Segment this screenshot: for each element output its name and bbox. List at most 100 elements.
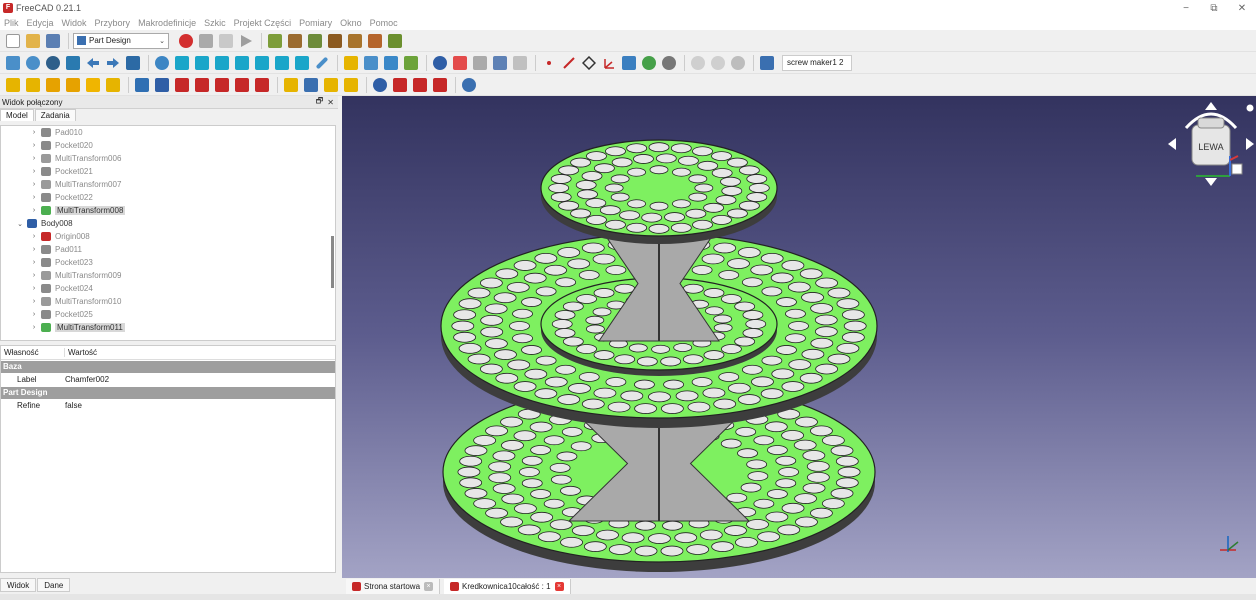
workbench-tool-icon[interactable] xyxy=(366,32,384,50)
save-icon[interactable] xyxy=(44,32,62,50)
tree-item[interactable]: ⌄ Body008 xyxy=(1,217,335,230)
hole-icon[interactable] xyxy=(153,76,171,94)
workbench-tool-icon[interactable] xyxy=(306,32,324,50)
boolean-icon[interactable] xyxy=(460,76,478,94)
zoom-icon[interactable] xyxy=(153,54,171,72)
chevron-right-icon[interactable]: › xyxy=(29,298,39,305)
nav-up-arrow-icon[interactable] xyxy=(1205,102,1217,110)
make-link-icon[interactable] xyxy=(382,54,400,72)
tree-item[interactable]: › Pocket022 xyxy=(1,191,335,204)
left-view-icon[interactable] xyxy=(293,54,311,72)
chevron-right-icon[interactable]: › xyxy=(29,155,39,162)
navigation-cube[interactable]: LEWA xyxy=(1166,100,1256,200)
undo-icon[interactable] xyxy=(689,54,707,72)
datum-point-icon[interactable] xyxy=(540,54,558,72)
bottom-view-icon[interactable] xyxy=(273,54,291,72)
back-arrow-icon[interactable] xyxy=(84,54,102,72)
workbench-tool-icon[interactable] xyxy=(386,32,404,50)
linear-pattern-icon[interactable] xyxy=(302,76,320,94)
chamfer-icon[interactable] xyxy=(391,76,409,94)
workbench-tool-icon[interactable] xyxy=(266,32,284,50)
menu-item[interactable]: Przybory xyxy=(95,18,131,28)
top-view-icon[interactable] xyxy=(213,54,231,72)
subtractive-helix-icon[interactable] xyxy=(233,76,251,94)
tree-item[interactable]: › Pocket020 xyxy=(1,139,335,152)
whats-this-icon[interactable] xyxy=(758,54,776,72)
nav-down-arrow-icon[interactable] xyxy=(1205,178,1217,186)
menu-item[interactable]: Makrodefinicje xyxy=(138,18,196,28)
nav-cube-top[interactable] xyxy=(1197,117,1225,129)
sync-view-icon[interactable] xyxy=(124,54,142,72)
tree-item[interactable]: › MultiTransform009 xyxy=(1,269,335,282)
menu-item[interactable]: Szkic xyxy=(204,18,226,28)
tree-item[interactable]: › MultiTransform008 xyxy=(1,204,335,217)
refresh-icon[interactable] xyxy=(729,54,747,72)
subtractive-primitive-icon[interactable] xyxy=(253,76,271,94)
chevron-right-icon[interactable]: › xyxy=(29,272,39,279)
view-menu-cube-icon[interactable] xyxy=(1231,163,1243,175)
chevron-right-icon[interactable]: › xyxy=(29,168,39,175)
menu-item[interactable]: Projekt Części xyxy=(234,18,292,28)
chevron-right-icon[interactable]: › xyxy=(29,285,39,292)
tree-item[interactable]: › Pocket023 xyxy=(1,256,335,269)
tab-data[interactable]: Dane xyxy=(37,578,71,592)
tree-item[interactable]: › Pocket024 xyxy=(1,282,335,295)
chevron-right-icon[interactable]: › xyxy=(29,194,39,201)
tab-model[interactable]: Model xyxy=(0,109,34,121)
forward-arrow-icon[interactable] xyxy=(104,54,122,72)
menu-item[interactable]: Plik xyxy=(4,18,19,28)
menu-item[interactable]: Widok xyxy=(62,18,87,28)
additive-primitive-icon[interactable] xyxy=(104,76,122,94)
record-macro-icon[interactable] xyxy=(177,32,195,50)
tree-item[interactable]: › Pocket021 xyxy=(1,165,335,178)
tab-start-page[interactable]: Strona startowa × xyxy=(346,578,441,594)
float-panel-icon[interactable]: 🗗 xyxy=(316,95,324,109)
new-document-icon[interactable] xyxy=(4,32,22,50)
draft-icon[interactable] xyxy=(411,76,429,94)
datum-plane-icon[interactable] xyxy=(580,54,598,72)
rear-view-icon[interactable] xyxy=(253,54,271,72)
subtractive-loft-icon[interactable] xyxy=(193,76,211,94)
nav-menu-icon[interactable] xyxy=(1246,104,1254,112)
tree-item[interactable]: › MultiTransform007 xyxy=(1,178,335,191)
tree-item[interactable]: › Pocket025 xyxy=(1,308,335,321)
datum-line-icon[interactable] xyxy=(560,54,578,72)
tab-tasks[interactable]: Zadania xyxy=(34,109,76,121)
sprocket-icon[interactable] xyxy=(640,54,658,72)
workbench-selector[interactable]: Part Design ⌄ xyxy=(73,32,169,49)
tab-view[interactable]: Widok xyxy=(0,578,37,592)
fillet-icon[interactable] xyxy=(371,76,389,94)
open-folder-icon[interactable] xyxy=(24,32,42,50)
close-tab-icon[interactable]: × xyxy=(554,581,564,591)
property-group-header[interactable]: Baza xyxy=(1,361,335,373)
chevron-right-icon[interactable]: › xyxy=(29,233,39,240)
isometric-view-icon[interactable] xyxy=(173,54,191,72)
thickness-icon[interactable] xyxy=(431,76,449,94)
create-group-icon[interactable] xyxy=(362,54,380,72)
minimize-button[interactable]: − xyxy=(1172,0,1200,16)
additive-loft-icon[interactable] xyxy=(44,76,62,94)
tree-item[interactable]: › Origin008 xyxy=(1,230,335,243)
chevron-right-icon[interactable]: › xyxy=(29,259,39,266)
property-row[interactable]: Label Chamfer002 xyxy=(1,373,335,386)
front-view-icon[interactable] xyxy=(193,54,211,72)
close-window-button[interactable]: ✕ xyxy=(1228,0,1256,16)
property-value[interactable]: false xyxy=(65,401,82,410)
3d-viewport[interactable]: LEWA xyxy=(342,96,1256,578)
bounding-box-icon[interactable] xyxy=(64,54,82,72)
tab-document[interactable]: Kredkownica10całość : 1 × xyxy=(444,578,571,594)
measure-icon[interactable] xyxy=(313,54,331,72)
menu-item[interactable]: Pomoc xyxy=(370,18,398,28)
right-view-icon[interactable] xyxy=(233,54,251,72)
nav-right-arrow-icon[interactable] xyxy=(1246,138,1254,150)
macro-selector[interactable]: screw maker1 2 xyxy=(782,54,852,71)
workbench-tool-icon[interactable] xyxy=(286,32,304,50)
involute-gear-icon[interactable] xyxy=(660,54,678,72)
tree-item[interactable]: › MultiTransform010 xyxy=(1,295,335,308)
chevron-right-icon[interactable]: › xyxy=(29,129,39,136)
mirrored-icon[interactable] xyxy=(282,76,300,94)
maximize-button[interactable]: ⧉ xyxy=(1200,0,1228,16)
groove-icon[interactable] xyxy=(173,76,191,94)
close-panel-icon[interactable]: ✕ xyxy=(327,98,334,107)
chevron-right-icon[interactable]: › xyxy=(29,142,39,149)
